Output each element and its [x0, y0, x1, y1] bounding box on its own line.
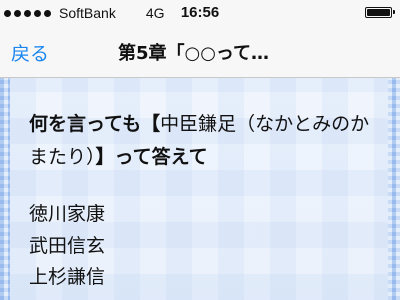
question-prefix: 何を言っても【: [29, 113, 161, 135]
choice-list: 徳川家康 武田信玄 上杉謙信: [29, 199, 388, 294]
battery-icon: [365, 7, 395, 18]
choice-item[interactable]: 武田信玄: [29, 231, 388, 263]
status-time: 16:56: [180, 4, 220, 21]
status-bar: SoftBank 4G 16:56: [0, 0, 400, 26]
question-suffix: 】って答えて: [95, 146, 208, 168]
choice-item[interactable]: 上杉謙信: [29, 262, 388, 294]
question-text: 何を言っても【中臣鎌足（なかとみのかまたり）】って答えて: [29, 108, 379, 174]
navigation-bar: 戻る 第5章「○○って…: [0, 26, 400, 78]
back-button[interactable]: 戻る: [11, 39, 49, 66]
question-card: 何を言っても【中臣鎌足（なかとみのかまたり）】って答えて 徳川家康 武田信玄 上…: [10, 78, 388, 300]
page-title: 第5章「○○って…: [118, 43, 270, 64]
choice-item[interactable]: 徳川家康: [29, 199, 388, 231]
